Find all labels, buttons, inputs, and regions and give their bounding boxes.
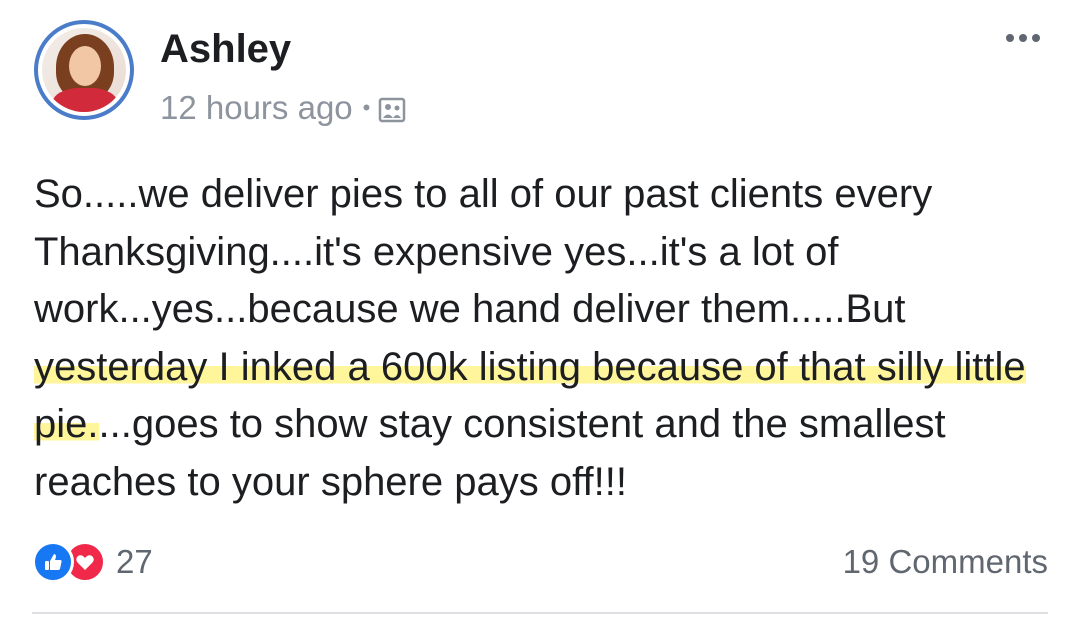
friends-image-icon [378,94,406,123]
author-name[interactable]: Ashley [160,26,291,72]
more-options-icon[interactable] [1006,34,1040,42]
post-text-end: ...goes to show stay consistent and the … [34,402,946,504]
divider [32,612,1048,614]
like-icon [32,541,74,583]
post-timestamp[interactable]: 12 hours ago [160,89,353,127]
post-text: So.....we deliver pies to all of our pas… [34,166,1054,511]
avatar-image [42,28,126,112]
avatar[interactable] [34,20,134,120]
meta-separator: • [362,95,371,120]
reaction-count: 27 [116,543,153,580]
post-text-start: So.....we deliver pies to all of our pas… [34,172,933,331]
comments-count[interactable]: 19 Comments [843,540,1048,584]
reactions-summary[interactable]: 27 [32,540,153,584]
facebook-post: Ashley 12 hours ago • So.....we deliver … [0,0,1080,622]
post-meta: 12 hours ago • [160,88,406,128]
